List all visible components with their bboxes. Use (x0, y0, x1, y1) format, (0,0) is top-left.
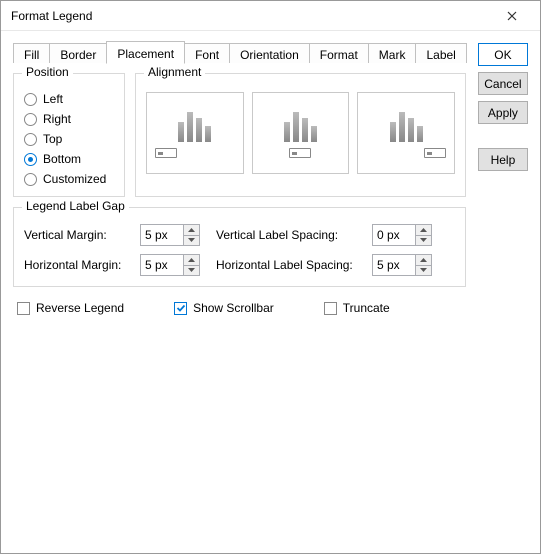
hspacing-input[interactable] (373, 255, 415, 275)
checkbox-row: Reverse Legend Show Scrollbar Truncate (13, 301, 466, 315)
cancel-button[interactable]: Cancel (478, 72, 528, 95)
bar-chart-icon (284, 108, 317, 142)
radio-icon (24, 133, 37, 146)
vmargin-spinner[interactable] (140, 224, 200, 246)
vspacing-spinner[interactable] (372, 224, 432, 246)
gap-grid: Vertical Margin: Vertical Label Spacing:… (24, 220, 455, 276)
checkbox-icon (324, 302, 337, 315)
position-legend: Position (22, 65, 73, 79)
vspacing-label: Vertical Label Spacing: (216, 228, 366, 242)
radio-label: Top (43, 132, 62, 146)
radio-label: Bottom (43, 152, 81, 166)
position-radio-top[interactable]: Top (24, 132, 114, 146)
vmargin-label: Vertical Margin: (24, 228, 134, 242)
help-button[interactable]: Help (478, 148, 528, 171)
checkbox-icon (174, 302, 187, 315)
hspacing-spinner[interactable] (372, 254, 432, 276)
legend-icon (289, 148, 311, 158)
ok-button[interactable]: OK (478, 43, 528, 66)
truncate-checkbox[interactable]: Truncate (324, 301, 390, 315)
spin-down-icon[interactable] (184, 236, 199, 246)
spin-up-icon[interactable] (184, 255, 199, 266)
position-radios: Left Right Top Bottom Customized (24, 86, 114, 186)
button-column: OK Cancel Apply Help (478, 41, 528, 541)
truncate-label: Truncate (343, 301, 390, 315)
radio-icon (24, 173, 37, 186)
close-button[interactable] (492, 2, 532, 30)
tab-placement[interactable]: Placement (106, 41, 185, 64)
bar-chart-icon (178, 108, 211, 142)
spin-down-icon[interactable] (416, 266, 431, 276)
bar-chart-icon (390, 108, 423, 142)
radio-label: Customized (43, 172, 106, 186)
show-scrollbar-checkbox[interactable]: Show Scrollbar (174, 301, 274, 315)
hmargin-spinner[interactable] (140, 254, 200, 276)
legend-label-gap-group: Legend Label Gap Vertical Margin: Vertic… (13, 207, 466, 287)
tab-mark[interactable]: Mark (368, 43, 417, 63)
reverse-legend-checkbox[interactable]: Reverse Legend (17, 301, 124, 315)
hmargin-label: Horizontal Margin: (24, 258, 134, 272)
alignment-group: Alignment (135, 73, 466, 197)
legend-icon (155, 148, 177, 158)
radio-label: Left (43, 92, 63, 106)
hmargin-input[interactable] (141, 255, 183, 275)
position-radio-left[interactable]: Left (24, 92, 114, 106)
checkbox-icon (17, 302, 30, 315)
alignment-legend: Alignment (144, 65, 205, 79)
gap-legend: Legend Label Gap (22, 199, 129, 213)
tab-font[interactable]: Font (184, 43, 230, 63)
position-alignment-row: Position LeftRightTopBottomCustomized Al… (13, 73, 466, 197)
reverse-legend-label: Reverse Legend (36, 301, 124, 315)
spin-up-icon[interactable] (184, 225, 199, 236)
spin-down-icon[interactable] (416, 236, 431, 246)
radio-icon (24, 113, 37, 126)
vspacing-input[interactable] (373, 225, 415, 245)
radio-icon (24, 93, 37, 106)
radio-icon (24, 153, 37, 166)
alignment-previews (146, 86, 455, 174)
apply-button[interactable]: Apply (478, 101, 528, 124)
tab-strip: FillBorderPlacementFontOrientationFormat… (13, 41, 466, 63)
position-radio-customized[interactable]: Customized (24, 172, 114, 186)
alignment-option-right[interactable] (357, 92, 455, 174)
spin-up-icon[interactable] (416, 255, 431, 266)
format-legend-dialog: Format Legend FillBorderPlacementFontOri… (0, 0, 541, 554)
tab-format[interactable]: Format (309, 43, 369, 63)
tab-orientation[interactable]: Orientation (229, 43, 310, 63)
show-scrollbar-label: Show Scrollbar (193, 301, 274, 315)
main-panel: FillBorderPlacementFontOrientationFormat… (13, 41, 466, 541)
tab-fill[interactable]: Fill (13, 43, 50, 63)
tab-border[interactable]: Border (49, 43, 107, 63)
position-radio-right[interactable]: Right (24, 112, 114, 126)
dialog-body: FillBorderPlacementFontOrientationFormat… (1, 31, 540, 553)
alignment-option-center[interactable] (252, 92, 350, 174)
position-group: Position LeftRightTopBottomCustomized (13, 73, 125, 197)
radio-label: Right (43, 112, 71, 126)
window-title: Format Legend (11, 9, 492, 23)
tab-label[interactable]: Label (415, 43, 466, 63)
spin-down-icon[interactable] (184, 266, 199, 276)
spin-up-icon[interactable] (416, 225, 431, 236)
position-radio-bottom[interactable]: Bottom (24, 152, 114, 166)
vmargin-input[interactable] (141, 225, 183, 245)
alignment-option-left[interactable] (146, 92, 244, 174)
close-icon (507, 11, 517, 21)
titlebar: Format Legend (1, 1, 540, 31)
legend-icon (424, 148, 446, 158)
hspacing-label: Horizontal Label Spacing: (216, 258, 366, 272)
